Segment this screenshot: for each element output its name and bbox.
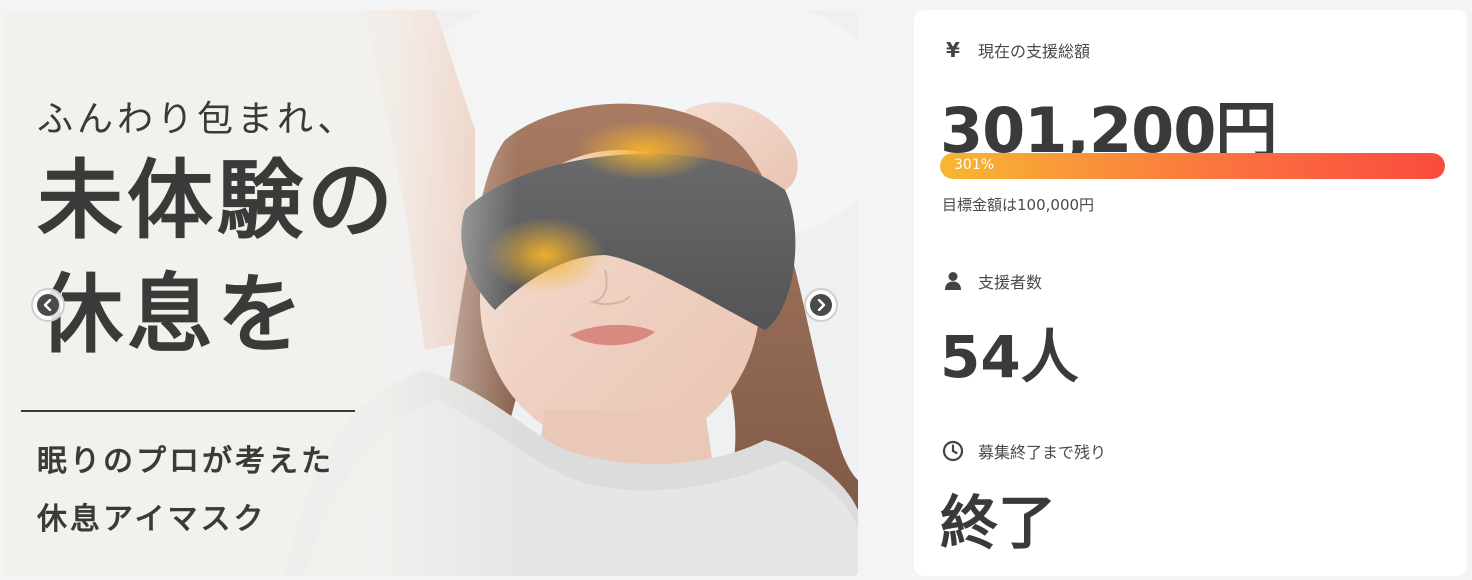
remaining-label-row: 募集終了まで残り (942, 439, 1106, 463)
total-amount-label: 現在の支援総額 (978, 42, 1091, 61)
carousel-next-button[interactable] (804, 288, 838, 322)
hero-headline-line1: 未体験の (37, 150, 397, 251)
clock-icon (942, 440, 964, 462)
remaining-label: 募集終了まで残り (978, 443, 1107, 462)
total-amount-label-row: ¥ 現在の支援総額 (942, 38, 1090, 62)
hero-headline-line2: 休息を (37, 264, 307, 365)
remaining-value: 終了 (940, 489, 1057, 557)
funding-progress-percent: 301% (954, 157, 995, 173)
supporters-label-row: 支援者数 (942, 269, 1042, 293)
chevron-left-icon (37, 294, 59, 316)
supporters-label: 支援者数 (978, 273, 1043, 292)
funding-progress-fill (940, 153, 1445, 179)
hero-subcopy-line2: 休息アイマスク (37, 502, 267, 537)
person-icon (942, 270, 964, 292)
yen-icon: ¥ (946, 38, 960, 62)
hero-subcopy-line1: 眠りのプロが考えた (37, 444, 334, 479)
goal-amount-text: 目標金額は100,000円 (942, 196, 1095, 214)
chevron-right-icon (810, 294, 832, 316)
supporters-value: 54人 (940, 323, 1079, 391)
hero-divider (21, 410, 355, 412)
funding-progress-bar: 301% (940, 153, 1445, 179)
carousel-prev-button[interactable] (31, 288, 65, 322)
project-hero-image: ふんわり包まれ、 未体験の 休息を 眠りのプロが考えた 休息アイマスク (5, 10, 858, 576)
funding-stats-card: ¥ 現在の支援総額 301,200円 301% 目標金額は100,000円 支援… (914, 10, 1467, 576)
hero-tagline: ふんわり包まれ、 (37, 99, 358, 140)
